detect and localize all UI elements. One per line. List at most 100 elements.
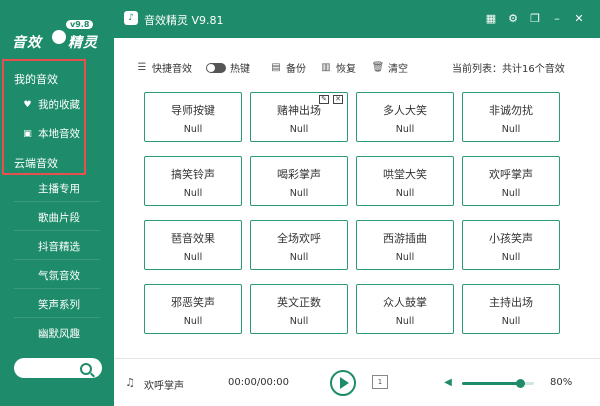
sound-name: 搞笑铃声 <box>171 168 215 181</box>
sound-hotkey: Null <box>395 124 415 135</box>
sound-name: 英文正数 <box>277 296 321 309</box>
sidebar-item-cloud[interactable]: 笑声系列 <box>38 297 80 312</box>
sound-name: 众人鼓掌 <box>383 296 427 309</box>
sound-name: 邪恶笑声 <box>171 296 215 309</box>
sound-button[interactable]: 邪恶笑声 Null <box>144 284 242 334</box>
clear-label: 清空 <box>388 64 408 75</box>
player-bar: ♫ 欢呼掌声 00:00/00:00 1 ◀ 80% <box>114 358 600 406</box>
sidebar-item-cloud[interactable]: 气氛音效 <box>38 268 80 283</box>
toggle-switch[interactable] <box>206 62 226 73</box>
search-button[interactable] <box>80 360 100 376</box>
sidebar-item-cloud[interactable]: 歌曲片段 <box>38 210 80 225</box>
sidebar-item-cloud[interactable]: 幽默风趣 <box>38 326 80 341</box>
sound-button[interactable]: 英文正数 Null <box>250 284 348 334</box>
restore-label: 恢复 <box>336 64 356 75</box>
hotkey-label: 热键 <box>230 64 250 75</box>
volume-percent: 80% <box>550 377 573 388</box>
folder-icon: ▣ <box>23 128 32 139</box>
sound-name: 喝彩掌声 <box>277 168 321 181</box>
list-icon: ☰ <box>137 62 147 73</box>
playback-time: 00:00/00:00 <box>228 377 290 388</box>
logo-text-left: 音效 <box>12 35 42 51</box>
sidebar: 音效 精灵 v9.8 我的音效 ♥ 我的收藏 ▣ 本地音效 云端音效 主播专用 … <box>0 0 114 406</box>
divider <box>14 201 100 202</box>
sidebar-item-cloud[interactable]: 抖音精选 <box>38 239 80 254</box>
sound-button[interactable]: 众人鼓掌 Null <box>356 284 454 334</box>
hotkey-toggle[interactable]: 热键 <box>206 60 250 75</box>
trash-icon: 🗑 <box>371 62 385 73</box>
version-badge: v9.8 <box>66 20 94 29</box>
sound-button[interactable]: 喝彩掌声 Null <box>250 156 348 206</box>
settings-icon[interactable]: ⚙ <box>506 12 520 26</box>
sound-button[interactable]: 哄堂大笑 Null <box>356 156 454 206</box>
play-button[interactable] <box>330 370 356 396</box>
sound-name: 哄堂大笑 <box>383 168 427 181</box>
backup-icon: ▤ <box>271 62 281 73</box>
restore-button[interactable]: ▥ 恢复 <box>320 60 356 75</box>
sound-button[interactable]: 欢呼掌声 Null <box>462 156 560 206</box>
backup-button[interactable]: ▤ 备份 <box>270 60 306 75</box>
sidebar-item-favorites[interactable]: ♥ 我的收藏 <box>22 97 80 112</box>
divider <box>14 317 100 318</box>
sound-button[interactable]: 非诚勿扰 Null <box>462 92 560 142</box>
sound-grid: 导师按键 Null ✎ ✕ 赌神出场 Null 多人大笑 Null 非诚勿扰 N… <box>114 82 600 358</box>
sound-hotkey: Null <box>183 252 203 263</box>
volume-fill <box>462 382 520 385</box>
sound-name: 赌神出场 <box>277 104 321 117</box>
sound-name: 导师按键 <box>171 104 215 117</box>
sidebar-item-cloud[interactable]: 主播专用 <box>38 181 80 196</box>
sound-name: 主持出场 <box>489 296 533 309</box>
now-playing-title: 欢呼掌声 <box>144 381 184 392</box>
sound-hotkey: Null <box>501 188 521 199</box>
clear-button[interactable]: 🗑 清空 <box>372 60 408 75</box>
loop-mode-icon[interactable]: 1 <box>372 375 388 389</box>
volume-slider[interactable] <box>462 379 534 388</box>
hotkey-sounds-button[interactable]: ☰ 快捷音效 <box>136 60 192 75</box>
sound-hotkey: Null <box>289 316 309 327</box>
divider <box>14 230 100 231</box>
sidebar-item-label: 我的收藏 <box>38 99 80 111</box>
sound-hotkey: Null <box>395 188 415 199</box>
sound-name: 琶音效果 <box>171 232 215 245</box>
sound-name: 全场欢呼 <box>277 232 321 245</box>
list-count: 当前列表：共计16个音效 <box>452 64 565 75</box>
divider <box>14 288 100 289</box>
sound-button[interactable]: 全场欢呼 Null <box>250 220 348 270</box>
sound-hotkey: Null <box>183 124 203 135</box>
sound-button[interactable]: 琶音效果 Null <box>144 220 242 270</box>
sound-hotkey: Null <box>501 124 521 135</box>
my-sounds-header[interactable]: 我的音效 <box>14 71 58 87</box>
sound-button[interactable]: 西游插曲 Null <box>356 220 454 270</box>
skin-icon[interactable]: ▦ <box>484 12 498 26</box>
cloud-sounds-header[interactable]: 云端音效 <box>14 155 58 171</box>
sidebar-item-local[interactable]: ▣ 本地音效 <box>22 126 80 141</box>
sound-hotkey: Null <box>395 316 415 327</box>
sound-hotkey: Null <box>289 124 309 135</box>
heart-icon: ♥ <box>23 99 32 110</box>
minimize-icon[interactable]: – <box>550 12 564 26</box>
app-title: 音效精灵 V9.81 <box>144 14 224 27</box>
sound-name: 非诚勿扰 <box>489 104 533 117</box>
app-icon: ♪ <box>124 11 138 25</box>
sound-hotkey: Null <box>289 252 309 263</box>
sound-button[interactable]: 多人大笑 Null <box>356 92 454 142</box>
restore-window-icon[interactable]: ❐ <box>528 12 542 26</box>
sound-button[interactable]: 小孩笑声 Null <box>462 220 560 270</box>
sound-name: 欢呼掌声 <box>489 168 533 181</box>
sound-name: 多人大笑 <box>383 104 427 117</box>
volume-handle[interactable] <box>515 379 525 388</box>
app-logo: 音效 精灵 v9.8 <box>8 12 108 52</box>
sound-button[interactable]: 导师按键 Null <box>144 92 242 142</box>
close-icon[interactable]: ✕ <box>572 12 586 26</box>
sound-hotkey: Null <box>501 316 521 327</box>
sound-button[interactable]: ✎ ✕ 赌神出场 Null <box>250 92 348 142</box>
sound-hotkey: Null <box>183 188 203 199</box>
sound-button[interactable]: 主持出场 Null <box>462 284 560 334</box>
hotkey-sounds-label: 快捷音效 <box>152 64 192 75</box>
sound-hotkey: Null <box>501 252 521 263</box>
volume-icon[interactable]: ◀ <box>442 377 454 389</box>
search-icon <box>80 363 92 375</box>
sound-button[interactable]: 搞笑铃声 Null <box>144 156 242 206</box>
divider <box>14 259 100 260</box>
logo-face-icon <box>52 30 66 44</box>
